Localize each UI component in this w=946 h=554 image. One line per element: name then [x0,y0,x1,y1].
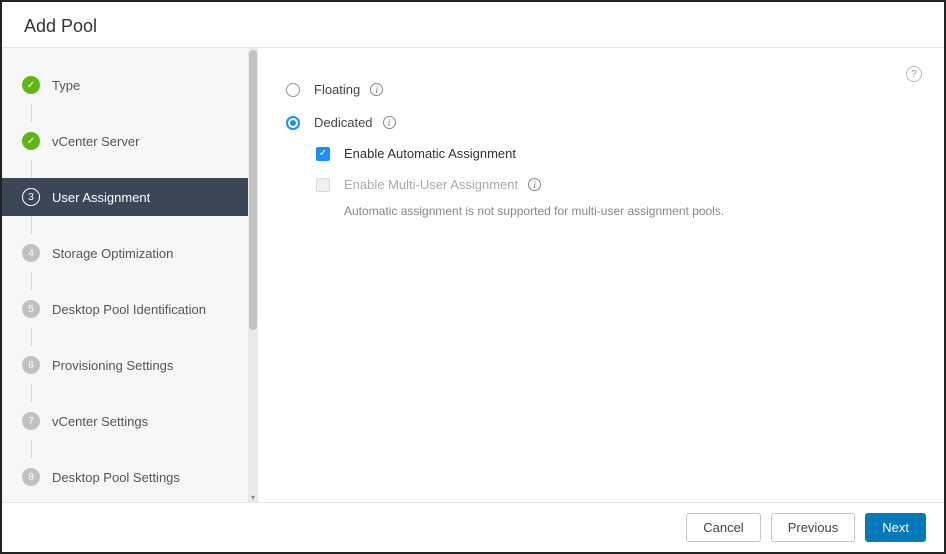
checkbox-enable-auto[interactable]: ✓ [316,147,330,161]
cancel-button[interactable]: Cancel [686,513,760,542]
step-number-icon: 7 [22,412,40,430]
dedicated-sub-options: ✓ Enable Automatic Assignment Enable Mul… [286,140,914,218]
step-connector [31,216,258,234]
step-label: User Assignment [52,190,150,205]
content-panel: ? Floating i Dedicated i ✓ Enable Automa… [258,48,944,502]
enable-multi-label: Enable Multi-User Assignment [344,177,518,192]
check-icon: ✓ [22,76,40,94]
info-icon[interactable]: i [370,83,383,96]
step-connector [31,440,258,458]
step-connector [31,384,258,402]
wizard-footer: Cancel Previous Next [2,502,944,552]
enable-multi-row: Enable Multi-User Assignment i [316,171,914,198]
previous-button[interactable]: Previous [771,513,856,542]
info-icon[interactable]: i [528,178,541,191]
step-label: Storage Optimization [52,246,173,261]
chevron-down-icon[interactable]: ▾ [249,494,257,502]
step-storage-optimization[interactable]: 4 Storage Optimization [2,234,258,272]
radio-dedicated-label: Dedicated [314,115,373,130]
step-connector [31,160,258,178]
step-label: Desktop Pool Identification [52,302,206,317]
step-connector [31,328,258,346]
radio-dedicated-row[interactable]: Dedicated i [286,109,914,136]
step-number-icon: 3 [22,188,40,206]
step-number-icon: 8 [22,468,40,486]
step-label: vCenter Settings [52,414,148,429]
step-type[interactable]: ✓ Type [2,66,258,104]
step-user-assignment[interactable]: 3 User Assignment [2,178,258,216]
step-number-icon: 5 [22,300,40,318]
step-label: Desktop Pool Settings [52,470,180,485]
step-label: Provisioning Settings [52,358,173,373]
main-layout: ✓ Type ✓ vCenter Server 3 User Assignmen… [2,48,944,502]
step-desktop-pool-identification[interactable]: 5 Desktop Pool Identification [2,290,258,328]
scrollbar-thumb[interactable] [249,50,257,330]
next-button[interactable]: Next [865,513,926,542]
step-number-icon: 6 [22,356,40,374]
radio-dedicated[interactable] [286,116,300,130]
window-title: Add Pool [2,2,944,47]
step-vcenter-settings[interactable]: 7 vCenter Settings [2,402,258,440]
step-connector [31,104,258,122]
radio-floating-label: Floating [314,82,360,97]
checkbox-enable-multi [316,178,330,192]
wizard-sidebar: ✓ Type ✓ vCenter Server 3 User Assignmen… [2,48,258,502]
help-icon[interactable]: ? [906,66,922,82]
enable-auto-label: Enable Automatic Assignment [344,146,516,161]
radio-floating-row[interactable]: Floating i [286,76,914,103]
enable-auto-row[interactable]: ✓ Enable Automatic Assignment [316,140,914,167]
check-icon: ✓ [22,132,40,150]
step-desktop-pool-settings[interactable]: 8 Desktop Pool Settings [2,458,258,496]
step-provisioning-settings[interactable]: 6 Provisioning Settings [2,346,258,384]
step-connector [31,272,258,290]
sidebar-scrollbar[interactable]: ▾ [248,48,258,502]
multi-user-hint: Automatic assignment is not supported fo… [316,204,914,218]
info-icon[interactable]: i [383,116,396,129]
step-label: Type [52,78,80,93]
radio-floating[interactable] [286,83,300,97]
step-number-icon: 4 [22,244,40,262]
step-vcenter-server[interactable]: ✓ vCenter Server [2,122,258,160]
step-label: vCenter Server [52,134,139,149]
